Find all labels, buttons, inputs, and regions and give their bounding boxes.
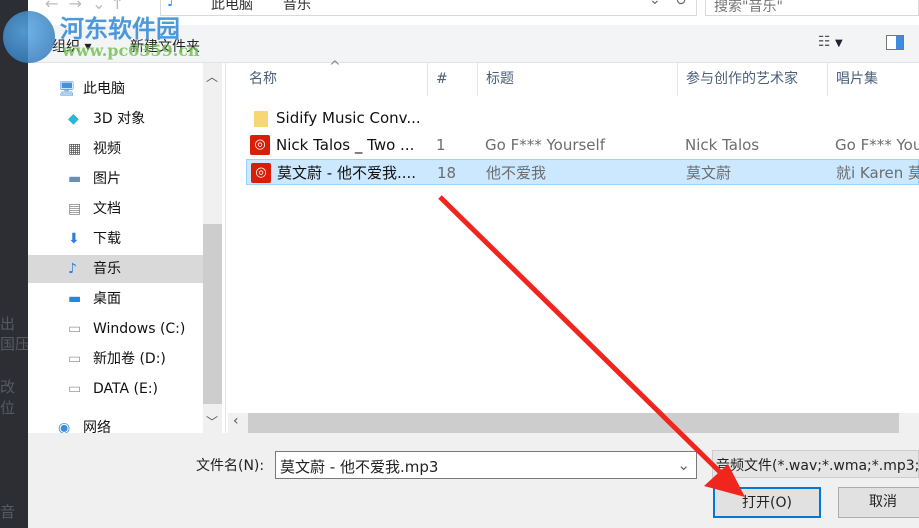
cell-artist: Nick Talos xyxy=(685,136,760,154)
nav-item-label: 视频 xyxy=(93,141,121,157)
drive-icon: ▭ xyxy=(68,321,82,337)
nav-item-label: 桌面 xyxy=(93,291,121,307)
logo-icon xyxy=(3,11,55,63)
cell-album: Go F*** You xyxy=(835,136,919,154)
file-row[interactable]: ◎ 莫文蔚 - 他不爱我.... 18 他不爱我 莫文蔚 就i Karen 莫 xyxy=(246,159,919,185)
nav-item-label: 此电脑 xyxy=(83,81,125,97)
bg-text: 位 xyxy=(0,399,16,417)
scroll-up-icon[interactable]: ︿ xyxy=(206,68,218,85)
cell-name: 莫文蔚 - 他不爱我.... xyxy=(277,164,417,182)
cancel-button[interactable]: 取消 xyxy=(838,487,919,518)
document-icon: ▤ xyxy=(68,201,82,217)
background-app-strip: 出 国压缩 改 位 音 xyxy=(0,0,28,528)
nav-item[interactable]: ▦ 视频 xyxy=(28,135,203,163)
column-number[interactable]: # xyxy=(428,63,478,96)
search-input[interactable]: 搜索"音乐" xyxy=(705,0,919,16)
nav-item-label: 网络 xyxy=(83,420,111,433)
cell-num: 1 xyxy=(436,136,446,154)
nav-item[interactable]: ◆ 3D 对象 xyxy=(28,105,203,133)
breadcrumb-music[interactable]: 音乐 xyxy=(283,0,311,14)
nav-item-label: 文档 xyxy=(93,201,121,217)
sort-up-icon: ^ xyxy=(329,59,341,75)
cell-title: Go F*** Yourself xyxy=(485,136,605,154)
divider xyxy=(225,63,226,433)
filename-label: 文件名(N): xyxy=(196,458,265,474)
music-icon: ♪ xyxy=(68,261,77,277)
nav-item-label: 新加卷 (D:) xyxy=(93,351,166,367)
nav-scrollbar-thumb[interactable] xyxy=(203,224,222,404)
nav-item-label: 下载 xyxy=(93,231,121,247)
nav-item[interactable]: ▭ 新加卷 (D:) xyxy=(28,345,203,373)
scroll-down-icon[interactable]: ﹀ xyxy=(206,413,218,430)
nav-item-label: 图片 xyxy=(93,171,121,187)
nav-item[interactable]: ◉ 网络 xyxy=(28,414,203,433)
breadcrumb-this-pc[interactable]: 此电脑 xyxy=(211,0,253,14)
drive-icon: ▭ xyxy=(68,381,82,397)
bg-text: 改 xyxy=(0,378,16,396)
filename-value: 莫文蔚 - 他不爱我.mp3 xyxy=(280,458,439,476)
nav-item[interactable]: ▬ 图片 xyxy=(28,165,203,193)
nav-item[interactable]: ▭ DATA (E:) xyxy=(28,375,203,403)
bg-text: 国压缩 xyxy=(0,335,28,353)
cell-artist: 莫文蔚 xyxy=(686,164,732,182)
cell-title: 他不爱我 xyxy=(486,164,547,182)
netease-music-icon: ◎ xyxy=(251,163,271,183)
nav-item-label: 音乐 xyxy=(93,261,121,277)
bg-text: 音 xyxy=(0,503,16,521)
nav-item[interactable]: ♪ 音乐 xyxy=(28,255,203,283)
network-icon: ◉ xyxy=(58,420,71,433)
address-bar[interactable]: ♪ 此电脑 音乐 ⌄ ↻ xyxy=(160,0,697,16)
cell-name: Sidify Music Conv... xyxy=(276,109,421,127)
bg-text: 出 xyxy=(0,315,16,333)
computer-icon: 🖥 xyxy=(58,81,76,97)
file-type-select[interactable]: 音频文件(*.wav;*.wma;*.mp3; xyxy=(712,450,919,478)
column-title[interactable]: 标题 xyxy=(478,63,678,96)
filename-input[interactable]: 莫文蔚 - 他不爱我.mp3 ⌄ xyxy=(275,451,697,479)
horizontal-scrollbar[interactable]: ‹ xyxy=(228,413,919,433)
chevron-down-icon[interactable]: ⌄ xyxy=(677,456,690,474)
open-button[interactable]: 打开(O) xyxy=(713,487,821,518)
picture-icon: ▬ xyxy=(68,171,82,187)
cube-icon: ◆ xyxy=(68,111,79,127)
netease-music-icon: ◎ xyxy=(250,135,270,155)
nav-item[interactable]: ▤ 文档 xyxy=(28,195,203,223)
drive-icon: ▭ xyxy=(68,351,82,367)
preview-pane-icon[interactable] xyxy=(886,35,904,50)
folder-icon xyxy=(254,111,268,127)
cell-name: Nick Talos _ Two ... xyxy=(276,136,415,154)
nav-item-label: Windows (C:) xyxy=(93,321,186,337)
watermark-logo: 河东软件园 www.pc0359.cn xyxy=(0,5,200,65)
column-album[interactable]: 唱片集 xyxy=(828,63,919,96)
file-row[interactable]: Sidify Music Conv... xyxy=(246,105,919,131)
nav-item[interactable]: 🖥 此电脑 xyxy=(28,75,203,103)
download-icon: ⬇ xyxy=(68,231,80,247)
column-name[interactable]: 名称 ^ xyxy=(241,59,428,96)
column-artist[interactable]: 参与创作的艺术家 xyxy=(678,63,828,96)
file-row[interactable]: ◎ Nick Talos _ Two ... 1 Go F*** Yourself Ni… xyxy=(246,132,919,158)
nav-item[interactable]: ▬ 桌面 xyxy=(28,285,203,313)
film-icon: ▦ xyxy=(68,141,82,157)
cell-album: 就i Karen 莫 xyxy=(836,164,919,182)
chevron-down-icon[interactable]: ⌄ xyxy=(649,0,661,8)
desktop-icon: ▬ xyxy=(68,291,82,307)
nav-item[interactable]: ⬇ 下载 xyxy=(28,225,203,253)
cell-num: 18 xyxy=(437,164,457,182)
search-placeholder: 搜索"音乐" xyxy=(714,0,783,15)
view-options-icon[interactable]: ☷ ▼ xyxy=(818,34,843,50)
refresh-icon[interactable]: ↻ xyxy=(675,0,687,9)
horizontal-scrollbar-thumb[interactable] xyxy=(248,413,899,433)
nav-item[interactable]: ▭ Windows (C:) xyxy=(28,315,203,343)
nav-item-label: DATA (E:) xyxy=(93,381,159,397)
nav-item-label: 3D 对象 xyxy=(93,111,146,127)
scroll-left-icon[interactable]: ‹ xyxy=(233,413,239,429)
